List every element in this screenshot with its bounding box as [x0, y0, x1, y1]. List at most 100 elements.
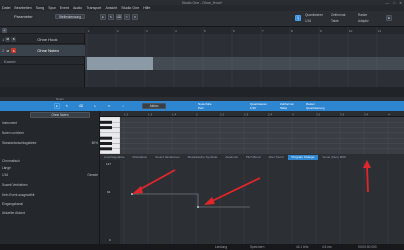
tab-program-change[interactable]: Program Change [287, 154, 319, 160]
inspector-row[interactable]: Soweit Verbleiben [2, 182, 98, 188]
listen-tool-icon[interactable]: ♪ [120, 103, 126, 109]
tab-modulation[interactable]: Modulation [129, 155, 152, 159]
note-value[interactable]: Part [198, 106, 204, 110]
maximize-icon[interactable]: □ [393, 1, 395, 5]
quantize-value[interactable]: 1/16 [305, 19, 311, 23]
inspector-label: Soweit Verbleiben [2, 183, 28, 187]
add-track-icon[interactable]: + [2, 27, 7, 33]
velocity-value[interactable]: 80% [92, 141, 98, 145]
track-name[interactable]: Ohne Hook [37, 37, 57, 42]
parameter-select[interactable]: Stellenkennung [55, 14, 85, 19]
inspector-row[interactable]: Noten vorhören [2, 130, 98, 136]
inspector-label: Kein Event ausgewählt [2, 193, 35, 197]
paint-tool-icon[interactable]: ∿ [92, 103, 98, 109]
ruler-label: 11 [378, 29, 381, 33]
tab-musical-symbols[interactable]: Musikalische Symbole [184, 155, 222, 159]
note-grid[interactable] [120, 117, 404, 154]
editor-ruler-label: 2 [196, 113, 198, 117]
mute-tool-icon[interactable]: ✕ [106, 103, 112, 109]
editor-snap-value[interactable]: Quantisierung [306, 106, 325, 110]
editor-quantize-value[interactable]: 1/16 [250, 106, 256, 110]
tab-pitch-bend[interactable]: Pitch Bend [242, 155, 265, 159]
track-row-selected[interactable]: 2 M S Ohne Noten [0, 45, 85, 57]
menu-track[interactable]: Spur [48, 6, 56, 10]
swing-value[interactable]: Gerade [87, 173, 98, 177]
inspector-row[interactable]: Chromatisch [2, 158, 98, 164]
eraser-tool-icon[interactable]: ⌫ [78, 103, 84, 109]
mute-tool-icon[interactable]: ✕ [132, 14, 138, 20]
window-title: Studio One - Ohne_Hook* [181, 0, 223, 5]
menu-song[interactable]: Song [36, 6, 44, 10]
tab-after-touch[interactable]: After Touch [264, 155, 287, 159]
menu-studio-one[interactable]: Studio One [121, 6, 139, 10]
inspector-label: Noten vorhören [2, 131, 24, 135]
menu-audio[interactable]: Audio [73, 6, 82, 10]
program-change-point[interactable] [197, 206, 199, 208]
quantize-button[interactable]: Q [295, 15, 301, 21]
inspector-row[interactable]: Länge [2, 165, 98, 171]
program-change-curve [132, 193, 250, 208]
menu-event[interactable]: Event [60, 6, 69, 10]
tab-velocity[interactable]: Anschlagstärke [100, 155, 129, 159]
mute-button[interactable]: M [5, 48, 11, 53]
pencil-tool-icon[interactable]: ✎ [64, 103, 70, 109]
menu-transport[interactable]: Transport [86, 6, 101, 10]
snap-value[interactable]: Adaptiv [358, 19, 369, 23]
tab-expression[interactable]: Ausdruck [221, 155, 242, 159]
record-arm-button[interactable]: S [11, 48, 17, 53]
black-key[interactable] [100, 147, 112, 151]
timebase-value[interactable]: Takte [331, 19, 339, 23]
arrow-tool-icon[interactable]: ➤ [54, 103, 60, 109]
inspector-track-name[interactable]: Ohne Noten [30, 112, 90, 118]
menu-help[interactable]: Hilfe [143, 6, 150, 10]
zoom-icon[interactable]: ⊕ [386, 15, 392, 21]
inspector-row[interactable]: 1/16 Gerade [2, 172, 98, 178]
menu-file[interactable]: Datei [2, 6, 10, 10]
close-icon[interactable]: ✕ [399, 1, 402, 5]
black-key[interactable] [100, 126, 112, 130]
track-list-header: + [0, 27, 85, 34]
menu-edit[interactable]: Bearbeiten [14, 6, 31, 10]
menu-view[interactable]: Ansicht [105, 6, 117, 10]
sample-rate: 44.1 kHz [296, 245, 309, 249]
inspector-row[interactable]: Standardanschlagstärke 80% [2, 140, 98, 146]
editor-ruler-label: 2.4 [268, 113, 273, 117]
arrow-tool-icon[interactable]: ➤ [100, 14, 106, 20]
tab-sound-variations[interactable]: Sound Variationen [151, 155, 183, 159]
editor-toolbar: ➤ ✎ ⌫ ∿ ✕ ♪ Aktion Notenfolie Part Quant… [0, 101, 404, 111]
black-key[interactable] [100, 136, 112, 140]
arrange-view[interactable]: 1 2 3 4 5 6 7 8 9 10 11 [85, 27, 404, 87]
track-name[interactable]: Ohne Noten [37, 48, 59, 53]
editor-timebase-value[interactable]: Takte [280, 106, 287, 110]
track-subrow[interactable]: Kamer [0, 58, 85, 65]
mute-button[interactable]: M [5, 36, 11, 42]
inspector-row[interactable]: Aktueller Akkord [2, 210, 98, 216]
inspector-label: Standardanschlagstärke [2, 141, 37, 145]
inspector-row[interactable]: Instrument [2, 120, 98, 126]
tab-other-midi[interactable]: Sonst (Inter) MIDI [318, 155, 350, 159]
black-key[interactable] [100, 142, 112, 145]
cpu-label: Leistung [215, 245, 228, 249]
timebase-label: Zeitformat [331, 13, 346, 17]
action-menu[interactable]: Aktion [142, 103, 166, 109]
track-number: 2 [2, 48, 5, 53]
inspector-panel: Ohne Noten Instrument Noten vorhören Sta… [0, 111, 100, 244]
track-name[interactable]: Kamer [4, 59, 16, 64]
status-bar: Leistung Speichern 44.1 kHz 4.6 ms 00:00… [0, 244, 404, 250]
lane-min-label: 0 [109, 238, 111, 242]
black-key[interactable] [100, 120, 112, 124]
inspector-row[interactable]: Eingangskanal [2, 201, 98, 207]
eraser-tool-icon[interactable]: ⌫ [116, 14, 122, 20]
solo-button[interactable]: S [11, 36, 17, 42]
pencil-tool-icon[interactable]: ✎ [108, 14, 114, 20]
control-lane[interactable]: 127 64 0 [100, 160, 404, 244]
lane-scale: 127 64 0 [100, 160, 120, 244]
minimize-icon[interactable]: — [385, 1, 389, 5]
split-tool-icon[interactable]: ✂ [124, 14, 130, 20]
track-row[interactable]: 1 M S Ohne Hook [0, 35, 85, 44]
lane-max-label: 127 [106, 162, 112, 166]
inspector-row[interactable]: Kein Event ausgewählt [2, 192, 98, 198]
editor-ruler-label: 4 [388, 113, 390, 117]
save-button[interactable]: Speichern [250, 245, 264, 249]
editor-ruler-label: 2.3 [244, 113, 249, 117]
